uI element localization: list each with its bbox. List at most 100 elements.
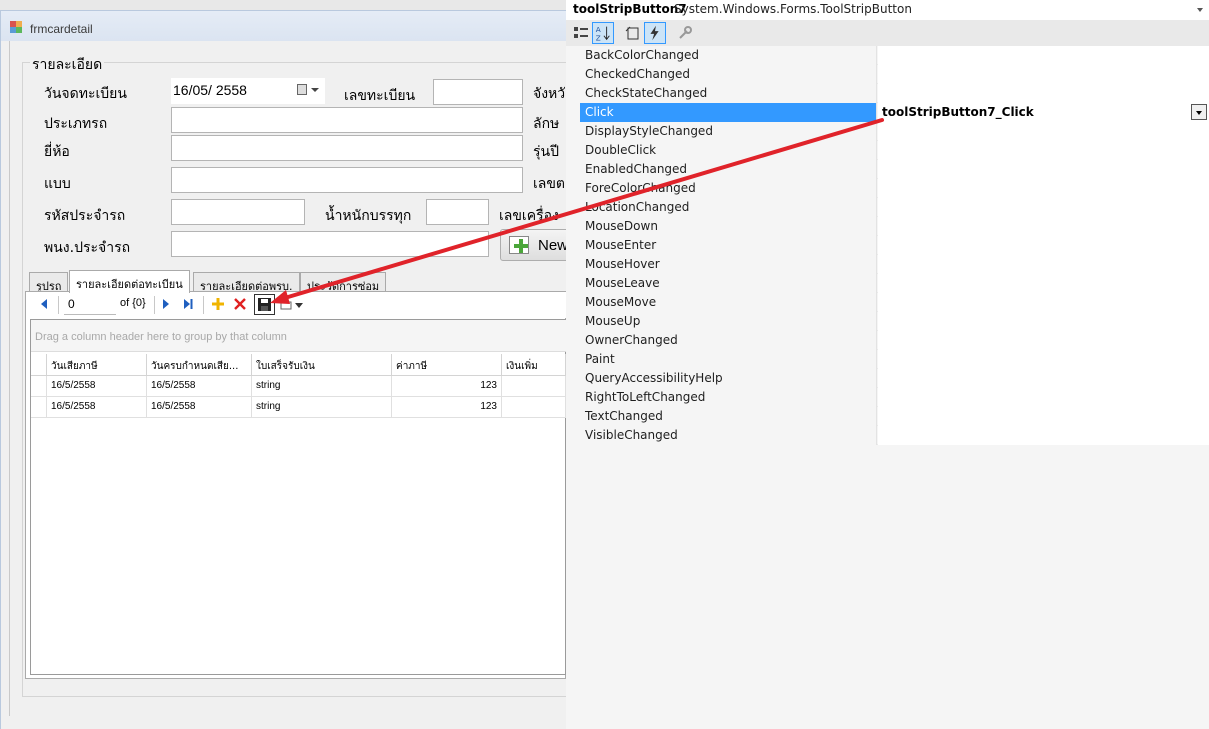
event-handler-field[interactable]: [878, 293, 1209, 312]
event-name[interactable]: MouseHover: [580, 255, 877, 274]
column-header[interactable]: วันเสียภาษี: [47, 354, 147, 376]
add-new-icon[interactable]: [212, 298, 224, 310]
column-header[interactable]: เงินเพิ่ม: [502, 354, 566, 376]
event-name[interactable]: Click: [580, 103, 877, 122]
table-cell[interactable]: 16/5/2558: [147, 376, 252, 397]
reg-date-picker[interactable]: 16/05/ 2558: [171, 78, 325, 104]
event-handler-field[interactable]: [878, 160, 1209, 179]
car-code-field[interactable]: [171, 199, 305, 225]
event-handler-field[interactable]: [878, 331, 1209, 350]
group-panel[interactable]: Drag a column header here to group by th…: [31, 320, 566, 352]
event-name[interactable]: MouseLeave: [580, 274, 877, 293]
event-handler-field[interactable]: [878, 407, 1209, 426]
tab-registration-details[interactable]: รายละเอียดต่อทะเบียน: [69, 270, 190, 293]
event-handler-field[interactable]: [878, 198, 1209, 217]
table-cell[interactable]: 123: [392, 397, 502, 418]
row-indicator[interactable]: [31, 376, 47, 397]
table-cell[interactable]: 16/5/2558: [47, 376, 147, 397]
table-cell[interactable]: string: [252, 376, 392, 397]
event-name[interactable]: MouseEnter: [580, 236, 877, 255]
event-handler-field[interactable]: [878, 141, 1209, 160]
event-handler-field[interactable]: [878, 65, 1209, 84]
tab-insurance-details[interactable]: รายละเอียดต่อพรบ.: [193, 272, 300, 293]
event-row-righttoleftchanged[interactable]: RightToLeftChanged: [580, 388, 1209, 407]
categorized-icon[interactable]: [570, 22, 592, 44]
table-cell[interactable]: 123: [392, 376, 502, 397]
event-name[interactable]: CheckedChanged: [580, 65, 877, 84]
event-handler-field[interactable]: [878, 274, 1209, 293]
form-titlebar[interactable]: frmcardetail: [1, 11, 567, 41]
event-handler-field[interactable]: [878, 255, 1209, 274]
event-name[interactable]: EnabledChanged: [580, 160, 877, 179]
event-row-checkedchanged[interactable]: CheckedChanged: [580, 65, 1209, 84]
chevron-down-icon[interactable]: [1197, 8, 1203, 12]
event-row-paint[interactable]: Paint: [580, 350, 1209, 369]
event-name[interactable]: BackColorChanged: [580, 46, 877, 65]
position-field[interactable]: 0: [64, 294, 116, 315]
event-name[interactable]: LocationChanged: [580, 198, 877, 217]
event-name[interactable]: QueryAccessibilityHelp: [580, 369, 877, 388]
event-handler-field[interactable]: [878, 312, 1209, 331]
event-row-backcolorchanged[interactable]: BackColorChanged: [580, 46, 1209, 65]
event-handler-field[interactable]: [878, 369, 1209, 388]
brand-field[interactable]: [171, 135, 523, 161]
new-button[interactable]: New: [500, 229, 570, 261]
save-button[interactable]: [254, 294, 275, 315]
event-row-queryaccessibilityhelp[interactable]: QueryAccessibilityHelp: [580, 369, 1209, 388]
event-handler-field[interactable]: [878, 388, 1209, 407]
event-row-visiblechanged[interactable]: VisibleChanged: [580, 426, 1209, 445]
properties-icon[interactable]: [622, 22, 644, 44]
event-row-displaystylechanged[interactable]: DisplayStyleChanged: [580, 122, 1209, 141]
event-row-mousedown[interactable]: MouseDown: [580, 217, 1209, 236]
event-row-mouseup[interactable]: MouseUp: [580, 312, 1209, 331]
event-handler-field[interactable]: toolStripButton7_Click: [878, 103, 1209, 122]
table-cell[interactable]: string: [252, 397, 392, 418]
event-handler-field[interactable]: [878, 426, 1209, 445]
table-cell[interactable]: [502, 397, 566, 418]
print-icon[interactable]: [280, 299, 292, 311]
event-row-ownerchanged[interactable]: OwnerChanged: [580, 331, 1209, 350]
event-row-textchanged[interactable]: TextChanged: [580, 407, 1209, 426]
tab-car-photo[interactable]: รูปรถ: [29, 272, 69, 293]
event-name[interactable]: Paint: [580, 350, 877, 369]
object-selector[interactable]: toolStripButton7 System.Windows.Forms.To…: [566, 0, 1209, 20]
calendar-icon[interactable]: [297, 84, 307, 95]
event-name[interactable]: RightToLeftChanged: [580, 388, 877, 407]
event-handler-field[interactable]: [878, 179, 1209, 198]
column-header[interactable]: ใบเสร็จรับเงิน: [252, 354, 392, 376]
reg-no-field[interactable]: [433, 79, 523, 105]
car-type-field[interactable]: [171, 107, 523, 133]
event-name[interactable]: DisplayStyleChanged: [580, 122, 877, 141]
event-name[interactable]: ForeColorChanged: [580, 179, 877, 198]
weight-field[interactable]: [426, 199, 489, 225]
table-cell[interactable]: [502, 376, 566, 397]
event-row-mouseleave[interactable]: MouseLeave: [580, 274, 1209, 293]
move-last-icon[interactable]: [182, 298, 194, 310]
column-header[interactable]: วันครบกำหนดเสีย...: [147, 354, 252, 376]
event-row-enabledchanged[interactable]: EnabledChanged: [580, 160, 1209, 179]
table-cell[interactable]: 16/5/2558: [47, 397, 147, 418]
event-handler-field[interactable]: [878, 46, 1209, 65]
event-name[interactable]: TextChanged: [580, 407, 877, 426]
tab-repair-history[interactable]: ประวัติการซ่อม: [300, 272, 387, 293]
alphabetical-icon[interactable]: AZ: [592, 22, 614, 44]
event-row-locationchanged[interactable]: LocationChanged: [580, 198, 1209, 217]
event-name[interactable]: VisibleChanged: [580, 426, 877, 445]
event-handler-field[interactable]: [878, 350, 1209, 369]
event-row-forecolorchanged[interactable]: ForeColorChanged: [580, 179, 1209, 198]
event-handler-field[interactable]: [878, 217, 1209, 236]
event-row-checkstatechanged[interactable]: CheckStateChanged: [580, 84, 1209, 103]
event-handler-field[interactable]: [878, 122, 1209, 141]
handler-dropdown-button[interactable]: [1191, 104, 1207, 120]
table-cell[interactable]: 16/5/2558: [147, 397, 252, 418]
chevron-down-icon[interactable]: [295, 303, 303, 308]
property-pages-icon[interactable]: [674, 22, 696, 44]
event-row-mousehover[interactable]: MouseHover: [580, 255, 1209, 274]
model-field[interactable]: [171, 167, 523, 193]
event-name[interactable]: OwnerChanged: [580, 331, 877, 350]
event-name[interactable]: CheckStateChanged: [580, 84, 877, 103]
event-name[interactable]: MouseMove: [580, 293, 877, 312]
event-row-mousemove[interactable]: MouseMove: [580, 293, 1209, 312]
row-indicator[interactable]: [31, 397, 47, 418]
officer-field[interactable]: [171, 231, 489, 257]
